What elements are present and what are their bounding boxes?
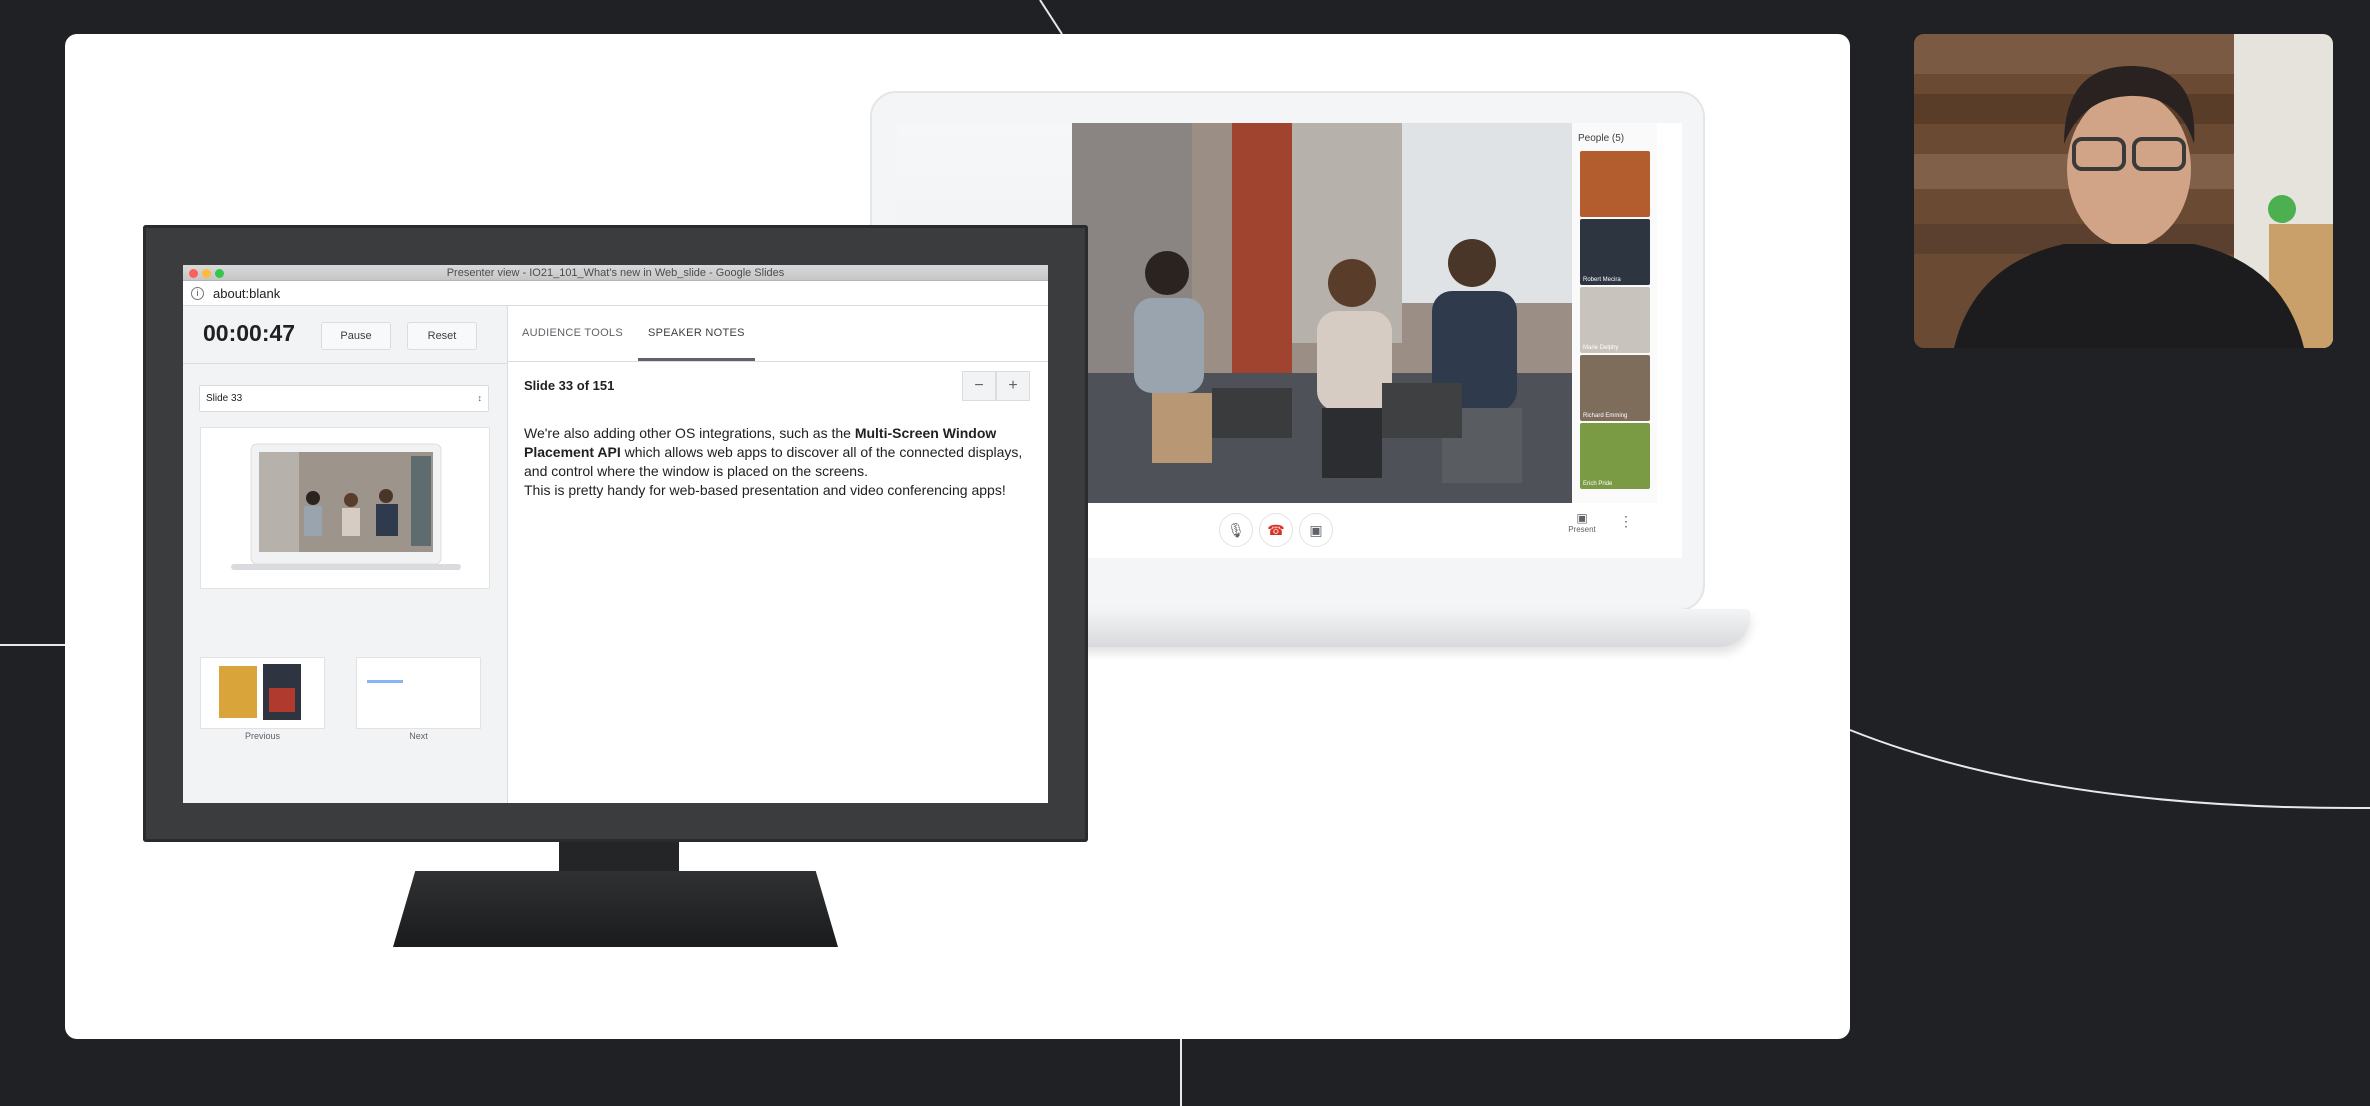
monitor: Presenter view - IO21_101_What's new in …: [143, 225, 1088, 842]
tab-audience-tools[interactable]: AUDIENCE TOOLS: [522, 306, 623, 361]
next-slide-text-line: [367, 680, 403, 683]
presenter-view-window: Presenter view - IO21_101_What's new in …: [183, 265, 1048, 803]
zoom-in-button[interactable]: +: [996, 371, 1030, 401]
info-icon[interactable]: i: [191, 287, 204, 300]
participant-name: Richard Emming: [1583, 413, 1628, 419]
more-options-icon[interactable]: ⋮: [1619, 513, 1633, 530]
next-label: Next: [409, 731, 428, 741]
previous-label: Previous: [244, 731, 280, 741]
window-title: Presenter view - IO21_101_What's new in …: [446, 267, 785, 279]
slide-count: Slide 33 of 151: [524, 378, 615, 393]
slide-select[interactable]: Slide 33 ↕: [199, 385, 489, 412]
participant-tile[interactable]: Robert Mecira: [1580, 219, 1650, 285]
meeting-room-illustration: [1072, 123, 1572, 503]
participant-tile[interactable]: Richard Emming: [1580, 355, 1650, 421]
participant-tile[interactable]: Erich Pride: [1580, 423, 1650, 489]
timer: 00:00:47: [203, 320, 296, 346]
slide-select-value: Slide 33: [206, 393, 243, 404]
title-bar: Presenter view - IO21_101_What's new in …: [183, 265, 1048, 281]
presenter-camera-feed: [1914, 34, 2333, 348]
presenter-camera-image: [1914, 34, 2333, 348]
next-slide-thumbnail[interactable]: [356, 657, 481, 729]
video-stage: People (5) Robert Mecira Marie Delphy Ri…: [0, 0, 2370, 1106]
monitor-stand-base: [393, 871, 838, 947]
people-title: People (5): [1578, 133, 1625, 144]
previous-slide-thumbnail[interactable]: [200, 657, 325, 729]
speaker-notes: We're also adding other OS integrations,…: [524, 424, 1029, 500]
url-text: about:blank: [213, 286, 281, 301]
presenter-left-pane: 00:00:47 Pause Reset Slide 33 ↕ Previous…: [183, 306, 508, 803]
present-label: Present: [1568, 525, 1596, 534]
present-icon: ▣: [1576, 511, 1588, 525]
divider: [183, 363, 508, 364]
notes-text: We're also adding other OS integrations,…: [524, 425, 855, 441]
notes-text: This is pretty handy for web-based prese…: [524, 482, 1006, 498]
meeting-room-video: [1072, 123, 1572, 503]
current-slide-thumbnail: [231, 443, 461, 570]
camera-icon[interactable]: ▣: [1299, 513, 1333, 547]
tabs-divider: [508, 361, 1048, 362]
slide-card: People (5) Robert Mecira Marie Delphy Ri…: [65, 34, 1850, 1039]
tab-speaker-notes[interactable]: SPEAKER NOTES: [638, 306, 755, 361]
people-panel: People (5) Robert Mecira Marie Delphy Ri…: [1572, 123, 1657, 503]
participant-tile[interactable]: [1580, 151, 1650, 217]
mic-icon[interactable]: 🎙: [1219, 513, 1253, 547]
participant-name: Robert Mecira: [1583, 277, 1621, 283]
address-bar[interactable]: i about:blank: [183, 281, 1048, 306]
select-arrow-icon: ↕: [477, 393, 483, 403]
zoom-out-button[interactable]: −: [962, 371, 996, 401]
hangup-icon[interactable]: ☎: [1259, 513, 1293, 547]
participant-tile[interactable]: Marie Delphy: [1580, 287, 1650, 353]
pause-button[interactable]: Pause: [321, 322, 391, 350]
participant-name: Erich Pride: [1583, 481, 1613, 487]
current-slide-preview: [200, 427, 490, 589]
previous-slide-image: [219, 664, 301, 720]
reset-button[interactable]: Reset: [407, 322, 477, 350]
participant-name: Marie Delphy: [1583, 345, 1619, 351]
present-button[interactable]: ▣ Present: [1562, 511, 1602, 534]
presenter-right-pane: AUDIENCE TOOLS SPEAKER NOTES Slide 33 of…: [508, 306, 1048, 803]
